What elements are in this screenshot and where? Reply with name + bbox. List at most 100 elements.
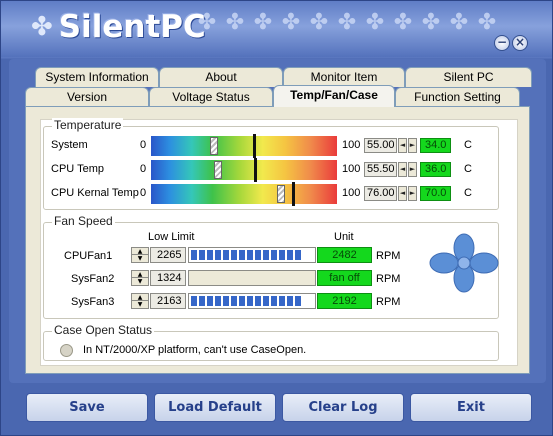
temperature-title: Temperature bbox=[52, 118, 124, 132]
low-limit-input[interactable]: 2163 bbox=[150, 293, 186, 309]
spin-right-button[interactable]: ► bbox=[408, 186, 417, 201]
fan-icon: ✤ bbox=[309, 10, 329, 35]
case-open-radio[interactable] bbox=[60, 344, 73, 357]
app-window: ✤ SilentPC ✤ ✤ ✤ ✤ ✤ ✤ ✤ ✤ ✤ ✤ ✤ − × Sys… bbox=[0, 0, 553, 436]
tab-function-setting[interactable]: Function Setting bbox=[395, 87, 520, 107]
low-limit-header: Low Limit bbox=[148, 231, 195, 243]
meter-block bbox=[207, 296, 213, 306]
close-button[interactable]: × bbox=[512, 35, 528, 51]
fan-speed-value: 2482 bbox=[317, 247, 372, 263]
fan-row-label: SysFan3 bbox=[71, 296, 115, 308]
tab-about[interactable]: About bbox=[159, 67, 283, 87]
temp-threshold-marker[interactable] bbox=[253, 134, 257, 158]
tab-temp-fan-case[interactable]: Temp/Fan/Case bbox=[273, 85, 395, 107]
fan-row-label: SysFan2 bbox=[71, 273, 115, 285]
temp-threshold-marker[interactable] bbox=[254, 158, 258, 182]
fan-icon: ✤ bbox=[393, 10, 413, 35]
fan-icon: ✤ bbox=[253, 10, 273, 35]
stepper-down-icon[interactable]: ▼ bbox=[132, 301, 148, 308]
spin-left-button[interactable]: ◄ bbox=[398, 186, 407, 201]
meter-block bbox=[271, 250, 277, 260]
load-default-button[interactable]: Load Default bbox=[154, 393, 276, 422]
temp-threshold-input[interactable]: 55.00 bbox=[364, 138, 397, 153]
tab-version[interactable]: Version bbox=[25, 87, 149, 107]
fan-row-label: CPUFan1 bbox=[64, 250, 113, 262]
stepper-up-icon[interactable]: ▲ bbox=[132, 248, 148, 255]
fan-icon: ✤ bbox=[225, 10, 245, 35]
meter-block bbox=[295, 250, 301, 260]
clear-log-button[interactable]: Clear Log bbox=[282, 393, 404, 422]
fan-icon: ✤ bbox=[477, 10, 497, 35]
low-limit-stepper[interactable]: ▲ ▼ bbox=[131, 247, 149, 263]
meter-block bbox=[263, 250, 269, 260]
meter-block bbox=[255, 250, 261, 260]
rpm-unit: RPM bbox=[376, 273, 401, 285]
scale-max: 100 bbox=[342, 163, 361, 175]
exit-button[interactable]: Exit bbox=[410, 393, 532, 422]
stepper-down-icon[interactable]: ▼ bbox=[132, 255, 148, 262]
low-limit-stepper[interactable]: ▲ ▼ bbox=[131, 270, 149, 286]
fan-illustration-icon bbox=[429, 233, 499, 293]
spin-left-button[interactable]: ◄ bbox=[398, 138, 407, 153]
tab-silent-pc[interactable]: Silent PC bbox=[405, 67, 532, 87]
case-open-message: In NT/2000/XP platform, can't use CaseOp… bbox=[83, 344, 307, 356]
scale-min: 0 bbox=[140, 139, 147, 151]
temp-threshold-input[interactable]: 55.50 bbox=[364, 162, 397, 177]
fan-logo-icon: ✤ bbox=[31, 12, 53, 42]
meter-block bbox=[239, 296, 245, 306]
temperature-bar bbox=[151, 182, 337, 206]
scale-min: 0 bbox=[140, 163, 147, 175]
minimize-button[interactable]: − bbox=[494, 35, 510, 51]
save-button[interactable]: Save bbox=[26, 393, 148, 422]
meter-block bbox=[231, 296, 237, 306]
spin-right-button[interactable]: ► bbox=[408, 162, 417, 177]
temp-threshold-input[interactable]: 76.00 bbox=[364, 186, 397, 201]
title-bar[interactable]: ✤ SilentPC ✤ ✤ ✤ ✤ ✤ ✤ ✤ ✤ ✤ ✤ ✤ − × bbox=[1, 1, 552, 57]
meter-block bbox=[223, 296, 229, 306]
tab-monitor-item[interactable]: Monitor Item bbox=[283, 67, 405, 87]
fan-icon: ✤ bbox=[337, 10, 357, 35]
meter-block bbox=[239, 250, 245, 260]
fan-icon: ✤ bbox=[421, 10, 441, 35]
temp-unit: C bbox=[464, 163, 472, 175]
meter-block bbox=[231, 250, 237, 260]
stepper-down-icon[interactable]: ▼ bbox=[132, 278, 148, 285]
low-limit-input[interactable]: 2265 bbox=[150, 247, 186, 263]
meter-block bbox=[215, 250, 221, 260]
fan-icon: ✤ bbox=[197, 10, 217, 35]
tab-system-information[interactable]: System Information bbox=[35, 67, 159, 87]
stepper-up-icon[interactable]: ▲ bbox=[132, 271, 148, 278]
fan-icon: ✤ bbox=[365, 10, 385, 35]
meter-block bbox=[255, 296, 261, 306]
temperature-bar bbox=[151, 134, 337, 158]
window-controls: − × bbox=[494, 35, 528, 51]
fan-speed-meter bbox=[188, 270, 316, 286]
meter-block bbox=[247, 250, 253, 260]
temp-unit: C bbox=[464, 187, 472, 199]
fan-speed-meter bbox=[188, 247, 316, 263]
meter-block bbox=[223, 250, 229, 260]
meter-block bbox=[207, 250, 213, 260]
temp-reading: 70.0 bbox=[420, 186, 451, 201]
fan-speed-value: fan off bbox=[317, 270, 372, 286]
temp-row-label: CPU Temp bbox=[51, 163, 104, 175]
spin-right-button[interactable]: ► bbox=[408, 138, 417, 153]
scale-max: 100 bbox=[342, 187, 361, 199]
app-logo: ✤ SilentPC bbox=[31, 5, 206, 49]
fan-speed-meter bbox=[188, 293, 316, 309]
unit-header: Unit bbox=[334, 231, 354, 243]
meter-block bbox=[287, 250, 293, 260]
tab-voltage-status[interactable]: Voltage Status bbox=[149, 87, 273, 107]
temp-threshold-marker[interactable] bbox=[292, 182, 296, 206]
temp-row-label: System bbox=[51, 139, 88, 151]
meter-block bbox=[271, 296, 277, 306]
temp-unit: C bbox=[464, 139, 472, 151]
low-limit-input[interactable]: 1324 bbox=[150, 270, 186, 286]
meter-block bbox=[287, 296, 293, 306]
stepper-up-icon[interactable]: ▲ bbox=[132, 294, 148, 301]
meter-block bbox=[199, 250, 205, 260]
low-limit-stepper[interactable]: ▲ ▼ bbox=[131, 293, 149, 309]
spin-left-button[interactable]: ◄ bbox=[398, 162, 407, 177]
temp-reading: 34.0 bbox=[420, 138, 451, 153]
temp-reading-pointer bbox=[277, 185, 286, 203]
